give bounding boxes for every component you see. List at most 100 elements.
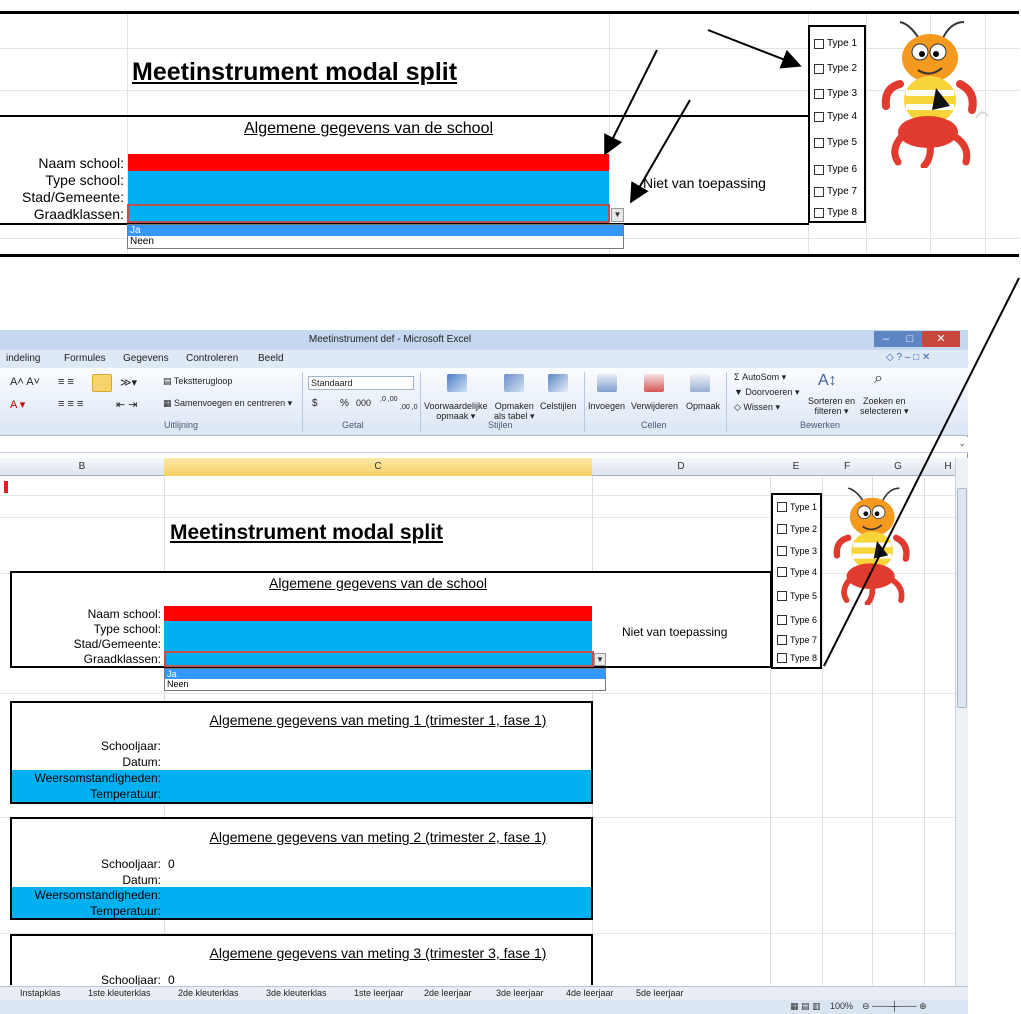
cell-styles-icon[interactable] — [548, 374, 568, 392]
minimize-icon[interactable]: – — [874, 331, 898, 347]
zoom-naam-school-input[interactable] — [128, 154, 609, 171]
sheet-tab-2de-leerjaar[interactable]: 2de leerjaar — [424, 988, 472, 998]
school-section-title: Algemene gegevens van de school — [269, 575, 487, 591]
zoom-type-3-checkbox[interactable]: Type 3 — [814, 88, 857, 99]
type-4-checkbox[interactable]: Type 4 — [777, 567, 817, 577]
graadklassen-combo[interactable] — [164, 651, 594, 667]
zoom-graadklassen-combo[interactable] — [127, 204, 610, 223]
decimal-decrease-button[interactable]: ,00 ,0 — [400, 404, 418, 411]
type-6-checkbox[interactable]: Type 6 — [777, 615, 817, 625]
tab-controleren[interactable]: Controleren — [186, 353, 238, 364]
column-header-c[interactable]: C — [164, 461, 592, 472]
cell-styles-button[interactable]: Celstijlen — [540, 401, 577, 411]
zoom-level[interactable]: 100% — [830, 1001, 853, 1011]
conditional-format-icon[interactable] — [447, 374, 467, 392]
view-mode-icons[interactable]: ▦ ▤ ▥ — [790, 1001, 821, 1012]
maximize-icon[interactable]: □ — [898, 331, 922, 347]
zoom-type-5-checkbox[interactable]: Type 5 — [814, 137, 857, 148]
percent-button[interactable]: % — [340, 398, 349, 409]
sheet-tab-5de-leerjaar[interactable]: 5de leerjaar — [636, 988, 684, 998]
scrollbar-thumb[interactable] — [957, 488, 967, 708]
sheet-tab-instapklas[interactable]: Instapklas — [20, 988, 61, 998]
tab-gegevens[interactable]: Gegevens — [123, 353, 169, 364]
column-header-g[interactable]: G — [872, 461, 924, 472]
zoom-type-8-checkbox[interactable]: Type 8 — [814, 207, 857, 218]
autosum-button[interactable]: Σ AutoSom ▾ — [734, 372, 786, 383]
help-icon[interactable]: ◇ ? – □ ✕ — [886, 352, 930, 363]
worksheet-grid[interactable]: Meetinstrument modal split Algemene gege… — [0, 477, 955, 985]
merge-center-button[interactable]: ▦ Samenvoegen en centreren ▾ — [163, 398, 292, 409]
clear-button[interactable]: ◇ Wissen ▾ — [734, 402, 780, 413]
orientation-icon[interactable]: ≫▾ — [120, 376, 137, 389]
tab-indeling[interactable]: indeling — [6, 353, 40, 364]
insert-cells-button[interactable]: Invoegen — [588, 401, 625, 411]
sheet-tab-3de-leerjaar[interactable]: 3de leerjaar — [496, 988, 544, 998]
dropdown-list[interactable]: Ja Neen — [164, 668, 606, 691]
expand-formula-icon[interactable]: ⌄ — [958, 438, 966, 449]
sort-filter-button[interactable]: Sorteren en filteren ▾ — [808, 396, 855, 417]
zoom-type-4-checkbox[interactable]: Type 4 — [814, 111, 857, 122]
zoom-slider[interactable]: ⊖ ───┼─── ⊕ — [862, 1001, 927, 1012]
tab-formules[interactable]: Formules — [64, 353, 106, 364]
dropdown-arrow-button[interactable]: ▼ — [594, 653, 606, 666]
format-table-icon[interactable] — [504, 374, 524, 392]
format-cells-icon[interactable] — [690, 374, 710, 392]
zoom-dropdown-option-ja[interactable]: Ja — [128, 225, 623, 236]
mascot-bug-icon — [881, 21, 989, 168]
sort-filter-icon[interactable]: A↕ — [818, 372, 837, 390]
zoom-label-stad-gemeente: Stad/Gemeente: — [22, 189, 124, 205]
close-icon[interactable]: ✕ — [922, 331, 960, 347]
zoom-type-6-checkbox[interactable]: Type 6 — [814, 164, 857, 175]
indent-icon[interactable]: ⇤ ⇥ — [116, 398, 138, 411]
tab-beeld[interactable]: Beeld — [258, 353, 284, 364]
zoom-type-2-checkbox[interactable]: Type 2 — [814, 63, 857, 74]
column-header-b[interactable]: B — [0, 461, 164, 472]
font-color-icon[interactable]: A ▾ — [10, 398, 25, 411]
thousands-button[interactable]: 000 — [356, 398, 371, 408]
decimal-increase-button[interactable]: ,0 ,00 — [380, 396, 398, 403]
type-5-checkbox[interactable]: Type 5 — [777, 591, 817, 601]
zoom-type-school-input[interactable] — [128, 171, 609, 205]
sheet-tab-3de-kleuterklas[interactable]: 3de kleuterklas — [266, 988, 327, 998]
column-header-f[interactable]: F — [822, 461, 872, 472]
formula-bar[interactable]: ⌄ — [0, 437, 968, 453]
align-left-center-right-icon[interactable]: ≡ ≡ ≡ — [58, 398, 83, 410]
sheet-tab-1ste-kleuterklas[interactable]: 1ste kleuterklas — [88, 988, 151, 998]
zoom-dropdown-list[interactable]: Ja Neen — [127, 224, 624, 249]
insert-cells-icon[interactable] — [597, 374, 617, 392]
type-2-checkbox[interactable]: Type 2 — [777, 524, 817, 534]
zoom-type-7-checkbox[interactable]: Type 7 — [814, 186, 857, 197]
column-header-e[interactable]: E — [770, 461, 822, 472]
currency-button[interactable]: $ — [312, 398, 318, 409]
format-table-button[interactable]: Opmaken als tabel ▾ — [494, 401, 535, 422]
format-cells-button[interactable]: Opmaak — [686, 401, 720, 411]
type-8-checkbox[interactable]: Type 8 — [777, 653, 817, 663]
font-grow-icon[interactable]: A˄ A˅ — [10, 376, 40, 388]
dropdown-option-ja[interactable]: Ja — [165, 669, 605, 679]
find-select-button[interactable]: Zoeken en selecteren ▾ — [860, 396, 909, 417]
number-format-select[interactable]: Standaard — [308, 376, 414, 390]
zoom-type-1-checkbox[interactable]: Type 1 — [814, 38, 857, 49]
sheet-tab-2de-kleuterklas[interactable]: 2de kleuterklas — [178, 988, 239, 998]
fill-button[interactable]: ▼ Doorvoeren ▾ — [734, 387, 799, 398]
delete-cells-button[interactable]: Verwijderen — [631, 401, 678, 411]
conditional-format-button[interactable]: Voorwaardelijke opmaak ▾ — [424, 401, 488, 422]
wrap-text-button[interactable]: ▤ Tekstterugloop — [163, 376, 232, 387]
column-header-d[interactable]: D — [592, 461, 770, 472]
sheet-tab-4de-leerjaar[interactable]: 4de leerjaar — [566, 988, 614, 998]
align-bottom-icon[interactable] — [92, 374, 112, 392]
zoom-page-title: Meetinstrument modal split — [132, 58, 458, 86]
delete-cells-icon[interactable] — [644, 374, 664, 392]
zoom-dropdown-option-neen[interactable]: Neen — [128, 236, 623, 247]
zoom-dropdown-arrow-button[interactable]: ▼ — [611, 208, 624, 222]
vertical-scrollbar[interactable] — [955, 458, 968, 986]
type-1-checkbox[interactable]: Type 1 — [777, 502, 817, 512]
find-binoculars-icon[interactable]: ⌕ — [874, 370, 883, 388]
type-3-checkbox[interactable]: Type 3 — [777, 546, 817, 556]
sheet-tab-1ste-leerjaar[interactable]: 1ste leerjaar — [354, 988, 404, 998]
type-school-input[interactable] — [164, 621, 592, 651]
naam-school-input[interactable] — [164, 606, 592, 621]
type-7-checkbox[interactable]: Type 7 — [777, 635, 817, 645]
align-top-icon[interactable]: ≡ ≡ — [58, 376, 74, 388]
dropdown-option-neen[interactable]: Neen — [165, 679, 605, 689]
